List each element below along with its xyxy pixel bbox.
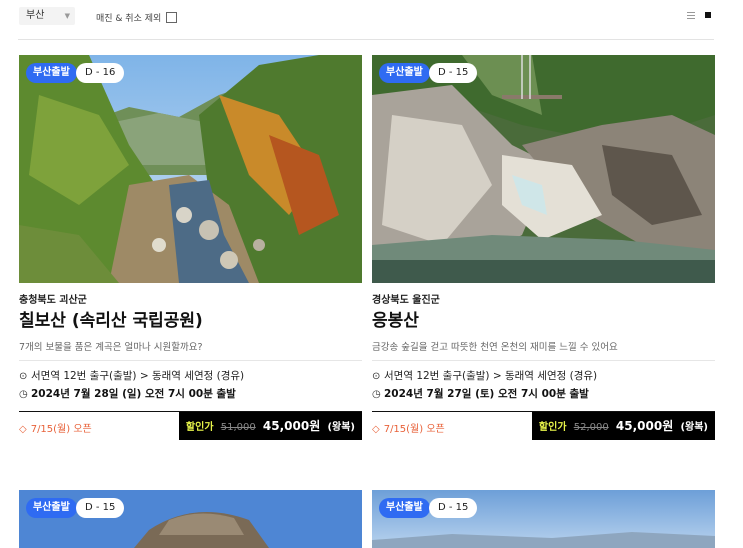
tour-price-bar: ◇ 7/15(월) 오픈 할인가 51,000 45,000원 (왕복) [19, 411, 362, 440]
departure-badge: 부산출발 [26, 63, 77, 83]
region-select[interactable]: 부산 ▼ [19, 7, 75, 25]
tag-icon: ◇ [372, 424, 380, 435]
d-day-badge: D - 16 [76, 63, 125, 83]
original-price: 51,000 [220, 422, 256, 433]
tour-price-bar: ◇ 7/15(월) 오픈 할인가 52,000 45,000원 (왕복) [372, 411, 715, 440]
tour-route: ⊙ 서면역 12번 출구(출발) > 동래역 세연정 (경유) [19, 370, 245, 382]
discount-label: 할인가 [538, 422, 567, 433]
tour-route: ⊙ 서면역 12번 출구(출발) > 동래역 세연정 (경유) [372, 370, 598, 382]
tour-thumbnail[interactable]: 부산출발 D - 16 [19, 55, 362, 283]
tour-thumbnail[interactable]: 부산출발 D - 15 [19, 490, 362, 548]
grid-view-icon[interactable] [705, 12, 711, 18]
d-day-badge: D - 15 [429, 498, 478, 518]
departure-badge: 부산출발 [379, 498, 430, 518]
tour-title[interactable]: 응봉산 [372, 306, 419, 331]
exclude-soldout-label: 매진 & 취소 제외 [96, 14, 162, 24]
divider [372, 360, 715, 361]
discount-label: 할인가 [185, 422, 214, 433]
price-box: 할인가 52,000 45,000원 (왕복) [531, 412, 715, 440]
d-day-badge: D - 15 [76, 498, 125, 518]
location-pin-icon: ⊙ [19, 371, 28, 382]
location-pin-icon: ⊙ [372, 371, 381, 382]
open-date: ◇ 7/15(월) 오픈 [372, 424, 445, 435]
trip-type: (왕복) [327, 422, 355, 433]
d-day-badge: D - 15 [429, 63, 478, 83]
divider [18, 39, 714, 40]
list-view-icon[interactable] [687, 12, 695, 20]
original-price: 52,000 [573, 422, 609, 433]
sale-price: 45,000원 [615, 419, 674, 433]
clock-icon: ◷ [372, 389, 381, 400]
tour-thumbnail[interactable]: 부산출발 D - 15 [372, 490, 715, 548]
tour-date: ◷ 2024년 7월 27일 (토) 오전 7시 00분 출발 [372, 388, 589, 400]
region-select-value: 부산 [26, 10, 45, 21]
departure-badge: 부산출발 [26, 498, 77, 518]
clock-icon: ◷ [19, 389, 28, 400]
trip-type: (왕복) [680, 422, 708, 433]
open-date: ◇ 7/15(월) 오픈 [19, 424, 92, 435]
exclude-soldout-checkbox[interactable] [166, 12, 177, 23]
tour-description: 금강송 숲길을 걷고 따뜻한 천연 온천의 재미를 느낄 수 있어요 [372, 342, 618, 353]
divider [19, 360, 362, 361]
price-box: 할인가 51,000 45,000원 (왕복) [178, 412, 362, 440]
sale-price: 45,000원 [262, 419, 321, 433]
tour-region: 경상북도 울진군 [372, 295, 440, 306]
departure-badge: 부산출발 [379, 63, 430, 83]
tour-description: 7개의 보물을 품은 계곡은 얼마나 시원할까요? [19, 342, 203, 353]
tour-date: ◷ 2024년 7월 28일 (일) 오전 7시 00분 출발 [19, 388, 236, 400]
chevron-down-icon: ▼ [64, 12, 70, 20]
tour-title[interactable]: 칠보산 (속리산 국립공원) [19, 306, 203, 331]
tour-thumbnail[interactable]: 부산출발 D - 15 [372, 55, 715, 283]
tag-icon: ◇ [19, 424, 27, 435]
tour-region: 충청북도 괴산군 [19, 295, 87, 306]
filter-bar: 부산 ▼ 매진 & 취소 제외 [0, 0, 743, 40]
